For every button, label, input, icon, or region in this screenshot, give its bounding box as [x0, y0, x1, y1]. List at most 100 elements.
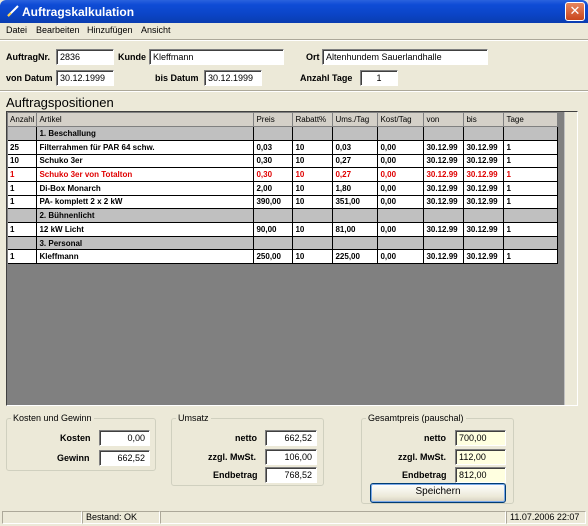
cell-von[interactable]: 30.12.99 — [423, 249, 465, 265]
kunde-field[interactable]: Kleffmann — [149, 49, 284, 65]
cell-preis[interactable] — [253, 126, 294, 141]
cell-von[interactable]: 30.12.99 — [423, 181, 465, 196]
col-artikel[interactable]: Artikel — [36, 113, 255, 128]
cell-ums[interactable]: 81,00 — [332, 222, 379, 237]
cell-kost[interactable]: 0,00 — [377, 222, 425, 237]
group-row[interactable]: 2. Bühnenlicht — [8, 208, 559, 223]
cell-artikel[interactable]: Schuko 3er von Totalton — [36, 167, 255, 182]
cell-anzahl[interactable]: 1 — [8, 195, 38, 210]
cell-tage[interactable]: 1 — [503, 222, 559, 237]
cell-rabatt[interactable]: 10 — [292, 140, 334, 155]
cell-kost[interactable]: 0,00 — [377, 154, 425, 169]
cell-kost[interactable] — [377, 126, 425, 141]
col-von[interactable]: von — [423, 113, 465, 128]
cell-kost[interactable] — [377, 208, 425, 223]
von-datum-field[interactable]: 30.12.1999 — [56, 70, 114, 86]
close-button[interactable]: ✕ — [565, 2, 585, 21]
gesamt-mwst-field[interactable]: 112,00 — [455, 449, 506, 465]
umsatz-mwst-field[interactable]: 106,00 — [265, 449, 317, 465]
cell-anzahl[interactable] — [8, 208, 38, 223]
cell-bis[interactable] — [463, 236, 505, 251]
group-row[interactable]: 1. Beschallung — [8, 126, 559, 141]
cell-artikel[interactable]: PA- komplett 2 x 2 kW — [36, 195, 255, 210]
cell-tage[interactable]: 1 — [503, 181, 559, 196]
cell-bis[interactable]: 30.12.99 — [463, 195, 505, 210]
menu-datei[interactable]: Datei — [6, 25, 27, 35]
cell-rabatt[interactable]: 10 — [292, 222, 334, 237]
cell-artikel[interactable]: 1. Beschallung — [36, 126, 255, 141]
cell-ums[interactable]: 0,03 — [332, 140, 379, 155]
cell-anzahl[interactable] — [8, 236, 38, 251]
menu-hinzufuegen[interactable]: Hinzufügen — [87, 25, 133, 35]
ort-field[interactable]: Altenhundem Sauerlandhalle — [322, 49, 488, 65]
umsatz-endbetrag-field[interactable]: 768,52 — [265, 467, 317, 483]
cell-artikel[interactable]: Schuko 3er — [36, 154, 255, 169]
cell-bis[interactable]: 30.12.99 — [463, 222, 505, 237]
cell-preis[interactable] — [253, 236, 294, 251]
cell-tage[interactable]: 1 — [503, 249, 559, 265]
cell-ums[interactable] — [332, 208, 379, 223]
table-row[interactable]: 1 Di-Box Monarch 2,00 10 1,80 0,00 30.12.99 30.… — [8, 181, 559, 196]
cell-ums[interactable]: 351,00 — [332, 195, 379, 210]
cell-anzahl[interactable]: 1 — [8, 181, 38, 196]
cell-von[interactable]: 30.12.99 — [423, 222, 465, 237]
cell-bis[interactable]: 30.12.99 — [463, 249, 505, 265]
cell-rabatt[interactable]: 10 — [292, 154, 334, 169]
cell-preis[interactable]: 0,03 — [253, 140, 294, 155]
cell-anzahl[interactable] — [8, 126, 38, 141]
cell-preis[interactable]: 390,00 — [253, 195, 294, 210]
table-row[interactable]: 1 Kleffmann 250,00 10 225,00 0,00 30.12.99 30.1… — [8, 249, 559, 265]
cell-rabatt[interactable] — [292, 208, 334, 223]
save-button[interactable]: Speichern — [370, 483, 506, 503]
gesamt-netto-field[interactable]: 700,00 — [455, 430, 506, 446]
cell-bis[interactable]: 30.12.99 — [463, 167, 505, 182]
cell-von[interactable] — [423, 126, 465, 141]
cell-bis[interactable]: 30.12.99 — [463, 181, 505, 196]
cell-anzahl[interactable]: 1 — [8, 167, 38, 182]
cell-tage[interactable] — [503, 126, 559, 141]
cell-rabatt[interactable]: 10 — [292, 249, 334, 265]
cell-von[interactable]: 30.12.99 — [423, 167, 465, 182]
grid-scrollbar[interactable] — [564, 112, 577, 405]
cell-artikel[interactable]: 2. Bühnenlicht — [36, 208, 255, 223]
col-ums-tag[interactable]: Ums./Tag — [332, 113, 379, 128]
cell-artikel[interactable]: Filterrahmen für PAR 64 schw. — [36, 140, 255, 155]
cell-rabatt[interactable] — [292, 236, 334, 251]
cell-ums[interactable]: 0,27 — [332, 154, 379, 169]
cell-kost[interactable]: 0,00 — [377, 195, 425, 210]
cell-kost[interactable] — [377, 236, 425, 251]
cell-von[interactable] — [423, 236, 465, 251]
cell-anzahl[interactable]: 1 — [8, 222, 38, 237]
cell-anzahl[interactable]: 25 — [8, 140, 38, 155]
cell-preis[interactable]: 250,00 — [253, 249, 294, 265]
cell-preis[interactable]: 2,00 — [253, 181, 294, 196]
cell-rabatt[interactable] — [292, 126, 334, 141]
cell-preis[interactable] — [253, 208, 294, 223]
cell-artikel[interactable]: Di-Box Monarch — [36, 181, 255, 196]
cell-bis[interactable]: 30.12.99 — [463, 140, 505, 155]
cell-anzahl[interactable]: 10 — [8, 154, 38, 169]
cell-rabatt[interactable]: 10 — [292, 195, 334, 210]
table-row[interactable]: 1 PA- komplett 2 x 2 kW 390,00 10 351,00 0,00… — [8, 195, 559, 210]
positions-grid[interactable]: Anzahl Artikel Preis Rabatt% Ums./Tag Ko… — [6, 111, 578, 406]
cell-artikel[interactable]: 3. Personal — [36, 236, 255, 251]
cell-von[interactable]: 30.12.99 — [423, 195, 465, 210]
table-row[interactable]: 25 Filterrahmen für PAR 64 schw. 0,03 10 0,0… — [8, 140, 559, 155]
cell-artikel[interactable]: 12 kW Licht — [36, 222, 255, 237]
table-row[interactable]: 1 Schuko 3er von Totalton 0,30 10 0,27 0,00 30… — [8, 167, 559, 182]
cell-von[interactable]: 30.12.99 — [423, 140, 465, 155]
kosten-field[interactable]: 0,00 — [99, 430, 150, 446]
cell-tage[interactable]: 1 — [503, 195, 559, 210]
col-bis[interactable]: bis — [463, 113, 505, 128]
title-bar[interactable]: Auftragskalkulation ✕ — [0, 0, 588, 23]
table-row[interactable]: 10 Schuko 3er 0,30 10 0,27 0,00 30.12.99 30.12.… — [8, 154, 559, 169]
bis-datum-field[interactable]: 30.12.1999 — [204, 70, 262, 86]
cell-ums[interactable]: 225,00 — [332, 249, 379, 265]
cell-von[interactable]: 30.12.99 — [423, 154, 465, 169]
cell-bis[interactable] — [463, 126, 505, 141]
cell-ums[interactable]: 0,27 — [332, 167, 379, 182]
cell-kost[interactable]: 0,00 — [377, 140, 425, 155]
cell-preis[interactable]: 90,00 — [253, 222, 294, 237]
cell-ums[interactable] — [332, 126, 379, 141]
gesamt-endbetrag-field[interactable]: 812,00 — [455, 467, 506, 483]
